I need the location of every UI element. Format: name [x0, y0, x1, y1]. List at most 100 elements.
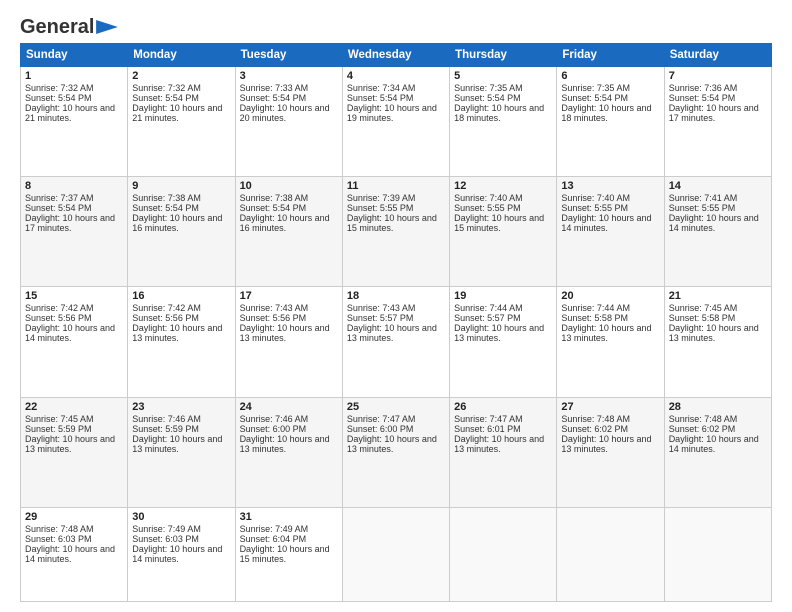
- day-number: 19: [454, 290, 552, 302]
- daylight-text: Daylight: 10 hours and 13 minutes.: [25, 434, 115, 454]
- calendar-cell: 16Sunrise: 7:42 AMSunset: 5:56 PMDayligh…: [128, 287, 235, 397]
- sunset-text: Sunset: 5:57 PM: [347, 313, 414, 323]
- weekday-header: Thursday: [450, 44, 557, 67]
- day-number: 1: [25, 70, 123, 82]
- weekday-header: Tuesday: [235, 44, 342, 67]
- day-number: 8: [25, 180, 123, 192]
- calendar-cell: [664, 507, 771, 601]
- daylight-text: Daylight: 10 hours and 13 minutes.: [132, 434, 222, 454]
- daylight-text: Daylight: 10 hours and 13 minutes.: [561, 434, 651, 454]
- calendar-week-row: 1Sunrise: 7:32 AMSunset: 5:54 PMDaylight…: [21, 67, 772, 177]
- sunrise-text: Sunrise: 7:44 AM: [561, 303, 630, 313]
- sunset-text: Sunset: 5:55 PM: [347, 203, 414, 213]
- calendar-cell: 30Sunrise: 7:49 AMSunset: 6:03 PMDayligh…: [128, 507, 235, 601]
- calendar-cell: 1Sunrise: 7:32 AMSunset: 5:54 PMDaylight…: [21, 67, 128, 177]
- day-number: 12: [454, 180, 552, 192]
- calendar-cell: 24Sunrise: 7:46 AMSunset: 6:00 PMDayligh…: [235, 397, 342, 507]
- sunset-text: Sunset: 5:54 PM: [132, 203, 199, 213]
- daylight-text: Daylight: 10 hours and 14 minutes.: [25, 544, 115, 564]
- daylight-text: Daylight: 10 hours and 18 minutes.: [454, 103, 544, 123]
- day-number: 29: [25, 511, 123, 523]
- daylight-text: Daylight: 10 hours and 17 minutes.: [25, 213, 115, 233]
- daylight-text: Daylight: 10 hours and 14 minutes.: [669, 434, 759, 454]
- calendar-cell: 31Sunrise: 7:49 AMSunset: 6:04 PMDayligh…: [235, 507, 342, 601]
- sunrise-text: Sunrise: 7:40 AM: [454, 193, 523, 203]
- sunrise-text: Sunrise: 7:41 AM: [669, 193, 738, 203]
- daylight-text: Daylight: 10 hours and 16 minutes.: [132, 213, 222, 233]
- sunset-text: Sunset: 5:54 PM: [132, 93, 199, 103]
- sunrise-text: Sunrise: 7:38 AM: [132, 193, 201, 203]
- weekday-header: Sunday: [21, 44, 128, 67]
- weekday-header: Friday: [557, 44, 664, 67]
- sunset-text: Sunset: 5:54 PM: [347, 93, 414, 103]
- day-number: 11: [347, 180, 445, 192]
- daylight-text: Daylight: 10 hours and 18 minutes.: [561, 103, 651, 123]
- logo: General: [20, 16, 118, 35]
- daylight-text: Daylight: 10 hours and 13 minutes.: [240, 323, 330, 343]
- sunrise-text: Sunrise: 7:35 AM: [561, 83, 630, 93]
- sunset-text: Sunset: 6:00 PM: [347, 424, 414, 434]
- calendar-cell: 17Sunrise: 7:43 AMSunset: 5:56 PMDayligh…: [235, 287, 342, 397]
- day-number: 25: [347, 401, 445, 413]
- sunset-text: Sunset: 5:58 PM: [561, 313, 628, 323]
- day-number: 24: [240, 401, 338, 413]
- day-number: 21: [669, 290, 767, 302]
- sunrise-text: Sunrise: 7:32 AM: [25, 83, 94, 93]
- day-number: 23: [132, 401, 230, 413]
- daylight-text: Daylight: 10 hours and 14 minutes.: [132, 544, 222, 564]
- calendar-cell: [450, 507, 557, 601]
- daylight-text: Daylight: 10 hours and 13 minutes.: [347, 434, 437, 454]
- sunset-text: Sunset: 5:58 PM: [669, 313, 736, 323]
- day-number: 30: [132, 511, 230, 523]
- page: General SundayMondayTuesdayWednesdayThur…: [0, 0, 792, 612]
- daylight-text: Daylight: 10 hours and 16 minutes.: [240, 213, 330, 233]
- calendar-cell: 18Sunrise: 7:43 AMSunset: 5:57 PMDayligh…: [342, 287, 449, 397]
- sunrise-text: Sunrise: 7:39 AM: [347, 193, 416, 203]
- daylight-text: Daylight: 10 hours and 13 minutes.: [347, 323, 437, 343]
- weekday-header-row: SundayMondayTuesdayWednesdayThursdayFrid…: [21, 44, 772, 67]
- day-number: 5: [454, 70, 552, 82]
- sunset-text: Sunset: 5:54 PM: [25, 93, 92, 103]
- sunset-text: Sunset: 5:54 PM: [561, 93, 628, 103]
- daylight-text: Daylight: 10 hours and 21 minutes.: [25, 103, 115, 123]
- calendar-cell: 27Sunrise: 7:48 AMSunset: 6:02 PMDayligh…: [557, 397, 664, 507]
- calendar-cell: 9Sunrise: 7:38 AMSunset: 5:54 PMDaylight…: [128, 177, 235, 287]
- header: General: [20, 16, 772, 35]
- sunrise-text: Sunrise: 7:48 AM: [25, 524, 94, 534]
- day-number: 6: [561, 70, 659, 82]
- calendar-cell: 21Sunrise: 7:45 AMSunset: 5:58 PMDayligh…: [664, 287, 771, 397]
- day-number: 10: [240, 180, 338, 192]
- sunset-text: Sunset: 6:02 PM: [669, 424, 736, 434]
- sunrise-text: Sunrise: 7:42 AM: [25, 303, 94, 313]
- daylight-text: Daylight: 10 hours and 14 minutes.: [561, 213, 651, 233]
- day-number: 13: [561, 180, 659, 192]
- sunset-text: Sunset: 6:03 PM: [132, 534, 199, 544]
- day-number: 20: [561, 290, 659, 302]
- day-number: 26: [454, 401, 552, 413]
- calendar-cell: 26Sunrise: 7:47 AMSunset: 6:01 PMDayligh…: [450, 397, 557, 507]
- calendar-cell: 3Sunrise: 7:33 AMSunset: 5:54 PMDaylight…: [235, 67, 342, 177]
- calendar-cell: 20Sunrise: 7:44 AMSunset: 5:58 PMDayligh…: [557, 287, 664, 397]
- daylight-text: Daylight: 10 hours and 15 minutes.: [240, 544, 330, 564]
- day-number: 22: [25, 401, 123, 413]
- sunrise-text: Sunrise: 7:47 AM: [347, 414, 416, 424]
- sunset-text: Sunset: 5:56 PM: [240, 313, 307, 323]
- calendar-week-row: 15Sunrise: 7:42 AMSunset: 5:56 PMDayligh…: [21, 287, 772, 397]
- calendar-cell: 10Sunrise: 7:38 AMSunset: 5:54 PMDayligh…: [235, 177, 342, 287]
- sunrise-text: Sunrise: 7:37 AM: [25, 193, 94, 203]
- daylight-text: Daylight: 10 hours and 13 minutes.: [561, 323, 651, 343]
- day-number: 7: [669, 70, 767, 82]
- sunrise-text: Sunrise: 7:45 AM: [25, 414, 94, 424]
- calendar-cell: [342, 507, 449, 601]
- day-number: 28: [669, 401, 767, 413]
- daylight-text: Daylight: 10 hours and 19 minutes.: [347, 103, 437, 123]
- sunrise-text: Sunrise: 7:43 AM: [240, 303, 309, 313]
- sunrise-text: Sunrise: 7:49 AM: [240, 524, 309, 534]
- sunrise-text: Sunrise: 7:32 AM: [132, 83, 201, 93]
- calendar-cell: 11Sunrise: 7:39 AMSunset: 5:55 PMDayligh…: [342, 177, 449, 287]
- calendar-table: SundayMondayTuesdayWednesdayThursdayFrid…: [20, 43, 772, 602]
- sunrise-text: Sunrise: 7:46 AM: [132, 414, 201, 424]
- weekday-header: Saturday: [664, 44, 771, 67]
- calendar-cell: 15Sunrise: 7:42 AMSunset: 5:56 PMDayligh…: [21, 287, 128, 397]
- sunset-text: Sunset: 5:54 PM: [669, 93, 736, 103]
